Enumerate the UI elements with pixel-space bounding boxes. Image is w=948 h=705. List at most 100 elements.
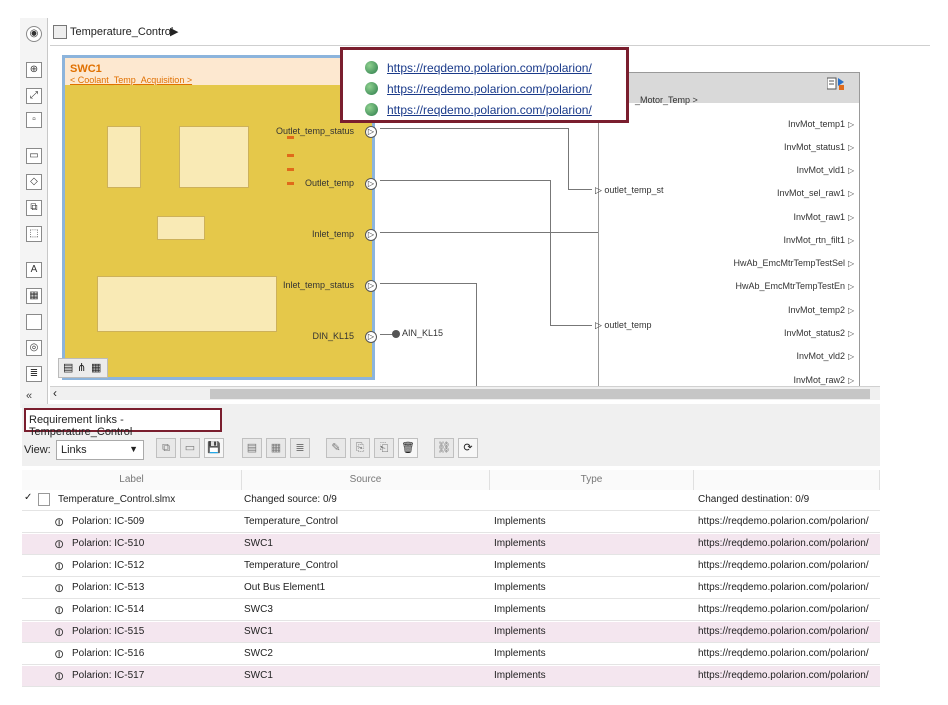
outport-label[interactable]: InvMot_status2 bbox=[784, 328, 845, 338]
port-inlet-temp[interactable]: Inlet_temp bbox=[312, 229, 354, 239]
scroll-thumb[interactable] bbox=[210, 389, 870, 399]
hide-browser-icon[interactable]: ◉ bbox=[26, 26, 42, 42]
port-arrow-icon[interactable]: ▷ bbox=[365, 126, 377, 138]
outport-label[interactable]: InvMot_temp2 bbox=[788, 305, 845, 315]
open-button[interactable]: ▭ bbox=[180, 438, 200, 458]
signal-line[interactable] bbox=[550, 325, 592, 326]
column-header-label[interactable]: Label bbox=[22, 470, 242, 490]
port-din-kl15[interactable]: DIN_KL15 bbox=[312, 331, 354, 341]
doc-button[interactable]: ▤ bbox=[242, 438, 262, 458]
port-inlet-temp-status[interactable]: Inlet_temp_status bbox=[283, 280, 354, 290]
signal-line[interactable] bbox=[568, 189, 592, 190]
table-row[interactable]: ⊘ Polarion: IC-515 SWC1 Implements https… bbox=[22, 622, 880, 643]
inner-block-1[interactable] bbox=[107, 126, 141, 188]
rectangle-icon[interactable] bbox=[26, 314, 42, 330]
expand-icon[interactable]: ✓ bbox=[24, 492, 32, 503]
outport-label[interactable]: InvMot_raw2 bbox=[793, 375, 845, 385]
port-arrow-icon[interactable]: ▷ bbox=[365, 331, 377, 343]
model-icon bbox=[53, 25, 67, 39]
table-icon[interactable]: ≣ bbox=[26, 366, 42, 382]
inner-block-2[interactable] bbox=[179, 126, 249, 188]
signal-line[interactable] bbox=[550, 180, 551, 325]
zoom-100-icon[interactable]: ▫ bbox=[26, 112, 42, 128]
zoom-icon[interactable]: ⊕ bbox=[26, 62, 42, 78]
port-arrow-icon[interactable]: ▷ bbox=[365, 280, 377, 292]
column-header-type[interactable]: Type bbox=[490, 470, 694, 490]
subsystem-icon[interactable]: ⧉ bbox=[26, 200, 42, 216]
table-row[interactable]: ⊘ Polarion: IC-509 Temperature_Control I… bbox=[22, 512, 880, 533]
outport-label[interactable]: InvMot_vld1 bbox=[796, 165, 845, 175]
outport-label[interactable]: InvMot_status1 bbox=[784, 142, 845, 152]
outport-label[interactable]: InvMot_vld2 bbox=[796, 351, 845, 361]
row-source: Temperature_Control bbox=[244, 560, 338, 571]
view-select[interactable]: Links ▼ bbox=[56, 440, 144, 460]
port-outlet-temp[interactable]: Outlet_temp bbox=[305, 178, 354, 188]
properties-button[interactable]: ▦ bbox=[266, 438, 286, 458]
outport-label[interactable]: InvMot_temp1 bbox=[788, 119, 845, 129]
fit-view-icon[interactable]: ⤢ bbox=[26, 88, 42, 104]
link-icon: ⊘ bbox=[50, 645, 68, 663]
requirement-badge-icon[interactable] bbox=[826, 77, 845, 91]
edit-button[interactable]: ✎ bbox=[326, 438, 346, 458]
hierarchy-icon[interactable]: ⋔ bbox=[77, 361, 86, 374]
refresh-button[interactable]: ⟳ bbox=[458, 438, 478, 458]
signal-line[interactable] bbox=[380, 232, 598, 233]
column-header-destination[interactable] bbox=[694, 470, 880, 490]
signal-line[interactable] bbox=[568, 128, 569, 190]
image-icon[interactable]: ▦ bbox=[26, 288, 42, 304]
inport-outlet-temp-st[interactable]: ▷ outlet_temp_st bbox=[595, 185, 663, 196]
breadcrumb-arrow-icon[interactable]: ▶ bbox=[170, 25, 178, 38]
row-source: SWC3 bbox=[244, 604, 273, 615]
table-row[interactable]: ⊘ Polarion: IC-514 SWC3 Implements https… bbox=[22, 600, 880, 621]
inner-block-3[interactable] bbox=[157, 216, 205, 240]
table-row[interactable]: ⊘ Polarion: IC-513 Out Bus Element1 Impl… bbox=[22, 578, 880, 599]
popup-link[interactable]: https://reqdemo.polarion.com/polarion/ bbox=[387, 103, 592, 117]
signal-line[interactable] bbox=[380, 180, 550, 181]
signal-line[interactable] bbox=[380, 283, 476, 284]
column-header-source[interactable]: Source bbox=[242, 470, 490, 490]
inner-block-4[interactable] bbox=[97, 276, 277, 332]
signal-line[interactable] bbox=[476, 283, 477, 387]
popup-link[interactable]: https://reqdemo.polarion.com/polarion/ bbox=[387, 82, 592, 96]
area-icon[interactable]: ⬚ bbox=[26, 226, 42, 242]
motor-block-title[interactable]: _Motor_Temp > bbox=[635, 95, 698, 105]
paste-button[interactable]: ⎗ bbox=[374, 438, 394, 458]
motor-temp-block[interactable]: _Motor_Temp > ▷ outlet_temp_st ▷ outlet_… bbox=[595, 72, 860, 387]
grid-icon[interactable]: ▤ bbox=[63, 361, 73, 374]
outport-label[interactable]: HwAb_EmcMtrTempTestSel bbox=[733, 258, 845, 268]
inport-outlet-temp[interactable]: ▷ outlet_temp bbox=[595, 320, 651, 331]
link-button[interactable]: ⛓ bbox=[434, 438, 454, 458]
camera-icon[interactable]: ◎ bbox=[26, 340, 42, 356]
ports-icon[interactable]: ◇ bbox=[26, 174, 42, 190]
annotation-icon[interactable]: A bbox=[26, 262, 42, 278]
new-link-button[interactable]: ⧉ bbox=[156, 438, 176, 458]
save-button[interactable]: 💾 bbox=[204, 438, 224, 458]
canvas-hscrollbar[interactable]: ‹ bbox=[50, 386, 880, 400]
ground-terminal-icon[interactable] bbox=[392, 330, 400, 338]
ain-kl15-label[interactable]: AIN_KL15 bbox=[402, 328, 443, 338]
table-row[interactable]: ⊘ Polarion: IC-517 SWC1 Implements https… bbox=[22, 666, 880, 687]
collapse-toolbar-icon[interactable]: « bbox=[26, 390, 32, 402]
outport-label[interactable]: HwAb_EmcMtrTempTestEn bbox=[735, 281, 845, 291]
popup-link[interactable]: https://reqdemo.polarion.com/polarion/ bbox=[387, 61, 592, 75]
block-icon[interactable]: ▭ bbox=[26, 148, 42, 164]
signal-line[interactable] bbox=[380, 128, 568, 129]
port-outlet-temp-status[interactable]: Outlet_temp_status bbox=[276, 126, 354, 136]
table-row[interactable]: ⊘ Polarion: IC-516 SWC2 Implements https… bbox=[22, 644, 880, 665]
breadcrumb-model[interactable]: Temperature_Control bbox=[70, 26, 173, 38]
port-arrow-icon[interactable]: ▷ bbox=[365, 229, 377, 241]
delete-button[interactable]: 🗑 bbox=[398, 438, 418, 458]
outport-label[interactable]: InvMot_raw1 bbox=[793, 212, 845, 222]
list-button[interactable]: ≣ bbox=[290, 438, 310, 458]
table-row[interactable]: ⊘ Polarion: IC-510 SWC1 Implements https… bbox=[22, 534, 880, 555]
swc1-block[interactable]: SWC1 < Coolant_Temp_Acquisition > Outlet… bbox=[62, 55, 377, 380]
doc-icon[interactable]: ▦ bbox=[91, 361, 101, 374]
outport-label[interactable]: InvMot_rtn_filt1 bbox=[783, 235, 845, 245]
scroll-left-icon[interactable]: ‹ bbox=[53, 386, 57, 400]
outport-label[interactable]: InvMot_sel_raw1 bbox=[777, 188, 845, 198]
port-arrow-icon[interactable]: ▷ bbox=[365, 178, 377, 190]
swc1-subtitle[interactable]: < Coolant_Temp_Acquisition > bbox=[70, 75, 192, 85]
copy-button[interactable]: ⎘ bbox=[350, 438, 370, 458]
table-row[interactable]: ⊘ Polarion: IC-512 Temperature_Control I… bbox=[22, 556, 880, 577]
table-root-row[interactable]: ✓ Temperature_Control.slmx Changed sourc… bbox=[22, 490, 880, 511]
